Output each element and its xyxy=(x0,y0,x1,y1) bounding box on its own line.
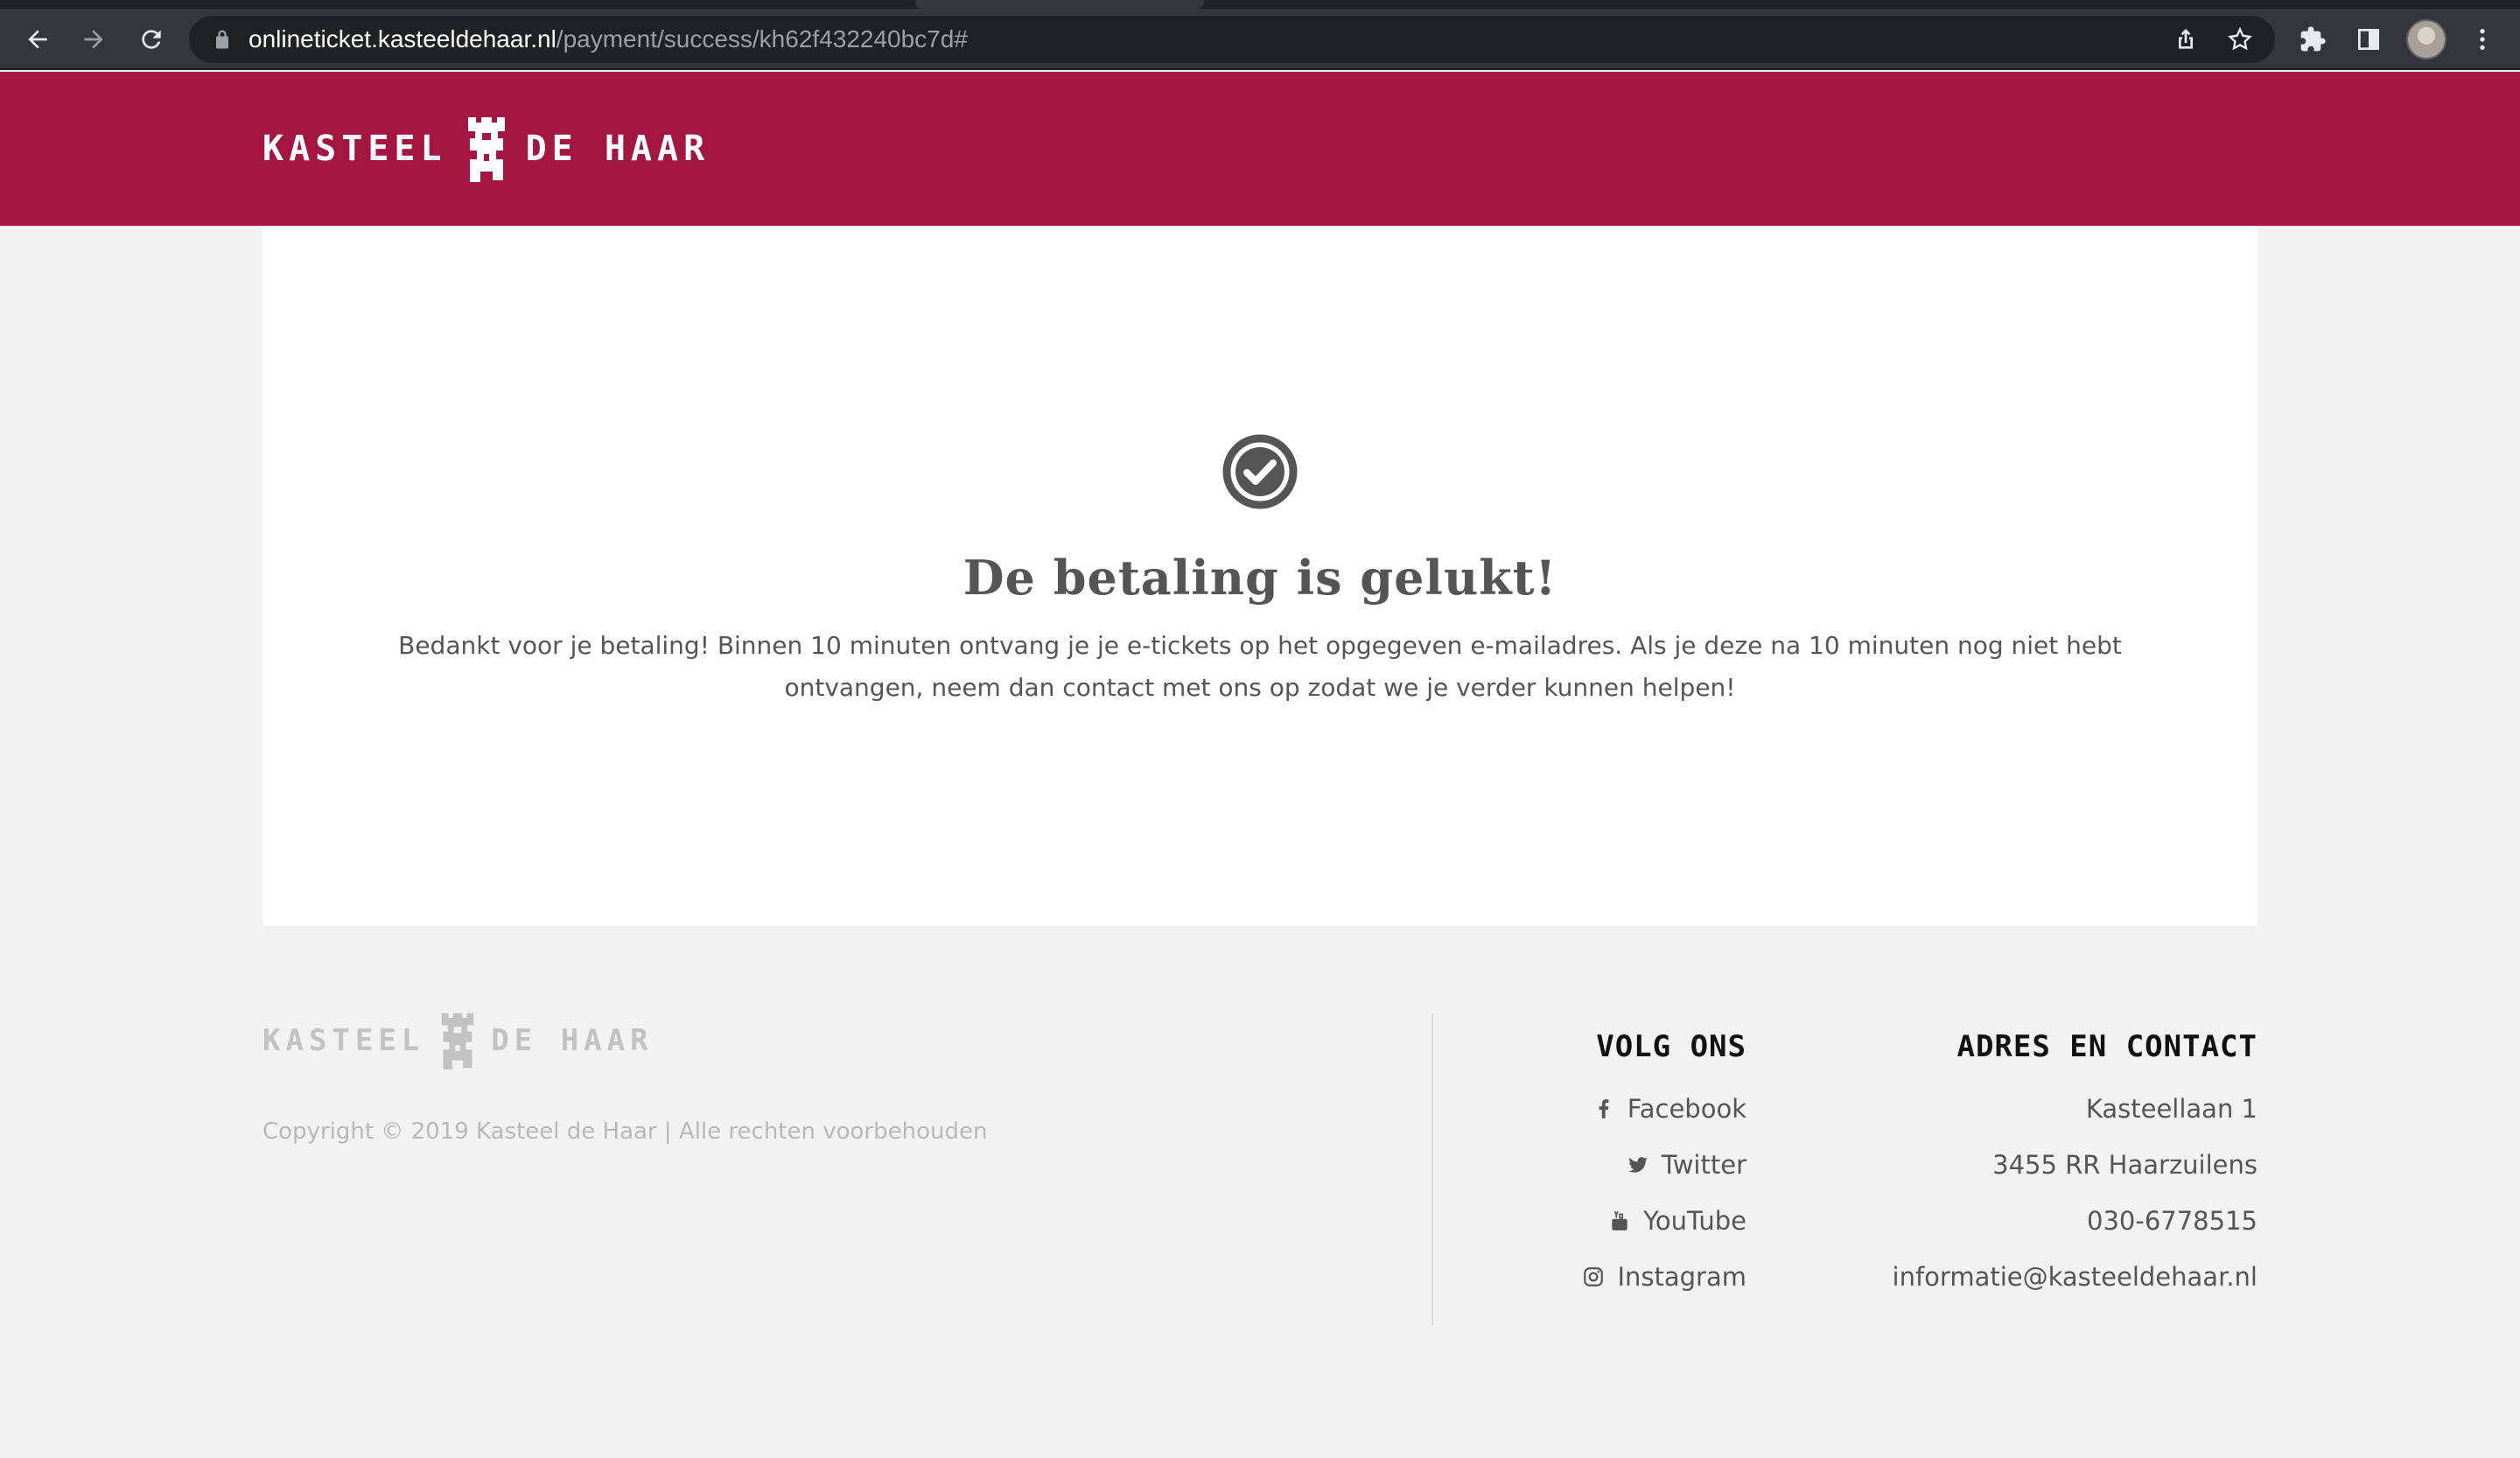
footer-divider xyxy=(1432,1013,1433,1325)
success-title: De betaling is gelukt! xyxy=(962,550,1558,606)
site-header: KASTEEL DE HAAR xyxy=(0,72,2520,226)
castle-tower-icon xyxy=(467,117,505,182)
arrow-right-icon xyxy=(84,30,103,49)
address-bar[interactable]: onlineticket.kasteeldehaar.nl/payment/su… xyxy=(189,16,2275,63)
contact-phone[interactable]: 030-6778515 xyxy=(2087,1206,2258,1236)
twitter-link[interactable]: Twitter xyxy=(1627,1150,1746,1180)
logo-text-left: KASTEEL xyxy=(262,129,447,169)
menu-button[interactable] xyxy=(2462,19,2502,60)
reload-button[interactable] xyxy=(131,19,172,60)
youtube-link[interactable]: YouTube xyxy=(1608,1206,1746,1236)
castle-tower-icon xyxy=(442,1013,474,1069)
twitter-label: Twitter xyxy=(1661,1150,1746,1180)
success-message: Bedankt voor je betaling! Binnen 10 minu… xyxy=(398,631,2122,702)
header-logo[interactable]: KASTEEL DE HAAR xyxy=(262,116,710,182)
twitter-icon xyxy=(1628,1157,1648,1173)
reload-icon xyxy=(142,30,161,49)
contact-city: 3455 RR Haarzuilens xyxy=(1992,1150,2258,1180)
extensions-button[interactable] xyxy=(2292,19,2333,60)
tab-strip xyxy=(0,0,2520,9)
active-tab[interactable] xyxy=(915,0,1204,9)
star-icon[interactable] xyxy=(2226,25,2254,53)
payment-success-card: De betaling is gelukt! Bedankt voor je b… xyxy=(262,226,2258,926)
url-text: onlineticket.kasteeldehaar.nl/payment/su… xyxy=(248,25,968,54)
logo-text-right: DE HAAR xyxy=(525,129,710,169)
footer-logo-text-right: DE HAAR xyxy=(491,1023,654,1058)
back-button[interactable] xyxy=(18,19,58,60)
browser-toolbar: onlineticket.kasteeldehaar.nl/payment/su… xyxy=(0,9,2520,70)
more-vert-icon xyxy=(2480,29,2485,50)
lock-icon xyxy=(216,30,228,49)
youtube-label: YouTube xyxy=(1643,1206,1746,1236)
youtube-icon xyxy=(1612,1210,1628,1230)
instagram-icon xyxy=(1584,1267,1604,1286)
check-circle-icon xyxy=(1222,434,1298,509)
forward-button[interactable] xyxy=(74,19,114,60)
facebook-label: Facebook xyxy=(1627,1094,1746,1124)
instagram-label: Instagram xyxy=(1617,1262,1746,1292)
social-heading: VOLG ONS xyxy=(1596,1029,1746,1064)
footer-logo[interactable]: KASTEEL DE HAAR xyxy=(262,1012,654,1069)
side-panel-button[interactable] xyxy=(2348,19,2389,60)
facebook-link[interactable]: Facebook xyxy=(1592,1094,1746,1124)
contact-address: Kasteellaan 1 xyxy=(2085,1094,2258,1124)
side-panel-icon xyxy=(2358,29,2379,50)
contact-email[interactable]: informatie@kasteeldehaar.nl xyxy=(1893,1262,2258,1292)
url-host: onlineticket.kasteeldehaar.nl xyxy=(248,25,556,53)
share-icon[interactable] xyxy=(2172,25,2200,53)
arrow-left-icon xyxy=(28,30,47,49)
profile-avatar[interactable] xyxy=(2406,19,2446,60)
puzzle-icon xyxy=(2300,26,2326,52)
url-path: /payment/success/kh62f432240bc7d# xyxy=(556,25,968,53)
instagram-link[interactable]: Instagram xyxy=(1582,1262,1746,1292)
facebook-icon xyxy=(1599,1099,1609,1118)
footer-logo-text-left: KASTEEL xyxy=(262,1023,425,1058)
contact-heading: ADRES EN CONTACT xyxy=(1956,1029,2258,1064)
copyright-text: Copyright © 2019 Kasteel de Haar | Alle … xyxy=(262,1118,988,1145)
